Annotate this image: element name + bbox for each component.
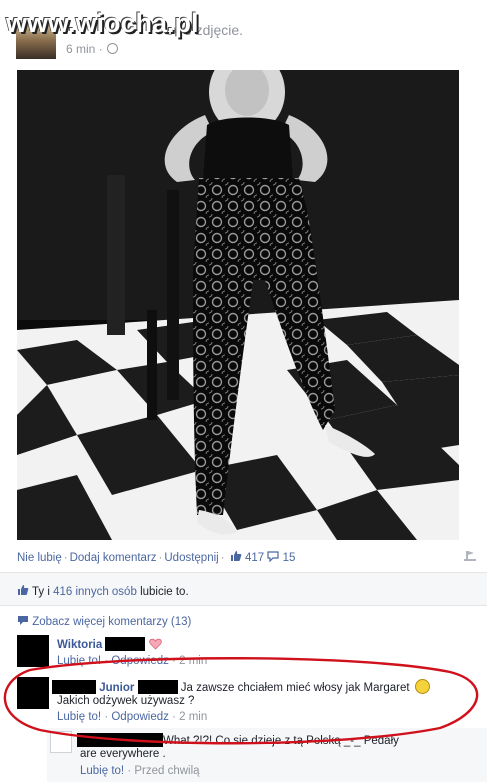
reply-avatar[interactable] <box>50 731 72 753</box>
post-actions: Nie lubię · Dodaj komentarz · Udostępnij · 41… <box>17 550 477 568</box>
comment-reply-link[interactable]: Odpowiedz <box>111 655 169 667</box>
globe-icon <box>106 43 118 54</box>
comment-like-link[interactable]: Lubię to! <box>57 711 101 723</box>
post-photo[interactable] <box>17 70 459 540</box>
reply-like-link[interactable]: Lubię to! <box>80 765 124 777</box>
redaction-bar <box>105 637 146 651</box>
view-more-comments[interactable]: Zobacz więcej komentarzy (13) <box>17 615 191 628</box>
reply-body: What ?!?! Co sie dzieje z tą Polską _-_ … <box>77 733 477 747</box>
post-time[interactable]: 6 min · <box>66 42 118 56</box>
commenter-name[interactable]: Junior <box>99 682 134 694</box>
thumbs-up-icon <box>230 551 242 561</box>
comment-bubble-icon <box>18 616 28 625</box>
redaction-bar <box>77 733 163 747</box>
commenter-avatar[interactable] <box>17 677 49 709</box>
comment-reply-link[interactable]: Odpowiedz <box>111 711 169 723</box>
comment-body: Wiktoria <box>57 637 162 651</box>
photo-image <box>17 70 459 540</box>
comment-body: Junior Ja zawsze chciałem mieć włosy jak… <box>52 679 472 694</box>
comment-time[interactable]: 2 min <box>179 711 207 723</box>
comment-bubble-icon <box>267 551 279 563</box>
comment-like-link[interactable]: Lubię to! <box>57 655 101 667</box>
commenter-avatar[interactable] <box>17 635 49 667</box>
reply-text-line1: What ?!?! Co sie dzieje z tą Polską _-_ … <box>163 735 399 747</box>
redaction-bar <box>52 680 96 694</box>
comment-time[interactable]: 2 min <box>179 655 207 667</box>
share-link[interactable]: Udostępnij <box>164 552 218 564</box>
commenter-name[interactable]: Wiktoria <box>57 639 102 651</box>
reply-text-line2: are everywhere . <box>80 748 166 760</box>
comment-count: 15 <box>282 552 296 564</box>
reply-meta: Lubię to! · Przed chwilą <box>80 765 200 777</box>
post-card: www.wiocha.pl owe zdjęcie. 6 min · Nie l… <box>0 0 487 782</box>
likes-suffix: lubicie to. <box>140 586 189 598</box>
share-icon[interactable] <box>463 550 477 562</box>
heart-icon <box>148 638 162 650</box>
reply-time[interactable]: Przed chwilą <box>134 765 199 777</box>
likes-you: Ty i <box>32 586 50 598</box>
redaction-bar <box>137 680 178 694</box>
comment-meta: Lubię to! · Odpowiedz · 2 min <box>57 655 208 667</box>
comment-count-group[interactable]: 15 <box>267 551 296 564</box>
comment-meta: Lubię to! · Odpowiedz · 2 min <box>57 711 208 723</box>
sad-emoji-icon <box>414 679 430 694</box>
site-watermark: www.wiocha.pl <box>6 8 199 38</box>
likes-summary-bar: Ty i 416 innych osób lubicie to. <box>0 572 487 606</box>
comment-text-line2: Jakich odżywek używasz ? <box>57 695 195 707</box>
comment-text-line1: Ja zawsze chciałem mieć włosy jak Margar… <box>180 682 410 694</box>
like-count: 417 <box>244 552 265 564</box>
add-comment-link[interactable]: Dodaj komentarz <box>70 552 157 564</box>
unlike-link[interactable]: Nie lubię <box>17 552 62 564</box>
like-count-group[interactable]: 417 <box>230 551 268 564</box>
thumbs-up-icon <box>18 585 29 595</box>
likes-summary: Ty i 416 innych osób lubicie to. <box>17 584 189 598</box>
likes-others-link[interactable]: 416 innych osób <box>53 586 137 598</box>
